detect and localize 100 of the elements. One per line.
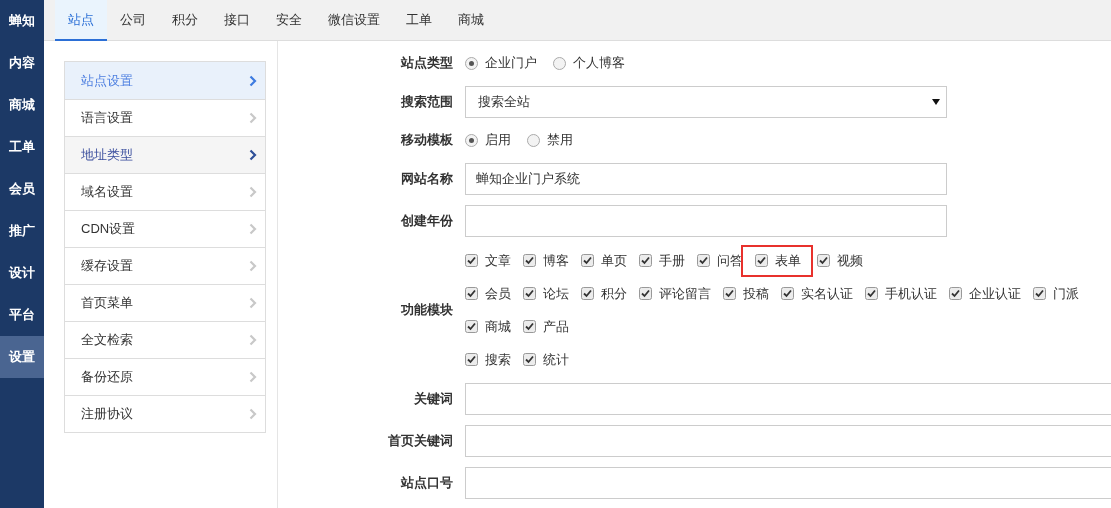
checkbox[interactable]	[639, 254, 652, 267]
checkbox[interactable]	[523, 287, 536, 300]
field-label: 创建年份	[401, 212, 453, 231]
checkbox[interactable]	[465, 320, 478, 333]
tab[interactable]: 商城	[445, 0, 497, 41]
checkbox-label: 统计	[543, 350, 569, 369]
checkbox-label: 手机认证	[885, 284, 937, 303]
checkbox-option[interactable]: 论坛	[523, 280, 569, 307]
checkbox-label: 文章	[485, 251, 511, 270]
checkbox-option[interactable]: 会员	[465, 280, 511, 307]
text-input[interactable]	[465, 425, 1111, 457]
chevron-right-icon	[249, 408, 257, 420]
field-label: 首页关键词	[388, 432, 453, 451]
checkbox[interactable]	[465, 254, 478, 267]
checkbox-option[interactable]: 企业认证	[949, 280, 1021, 307]
tab[interactable]: 工单	[393, 0, 445, 41]
checkbox-label: 商城	[485, 317, 511, 336]
radio-label: 启用	[485, 131, 511, 150]
checkbox-label: 门派	[1053, 284, 1079, 303]
checkbox-label: 博客	[543, 251, 569, 270]
text-input[interactable]	[465, 205, 947, 237]
nav-item[interactable]: 蝉知	[0, 0, 44, 42]
tab[interactable]: 站点	[55, 0, 107, 41]
checkbox-option[interactable]: 评论留言	[639, 280, 711, 307]
checkbox-option[interactable]: 手机认证	[865, 280, 937, 307]
checkbox-option[interactable]: 单页	[581, 247, 627, 274]
field-label: 搜索范围	[401, 93, 453, 112]
text-input[interactable]: 蝉知企业门户系统	[465, 163, 947, 195]
checkbox-option[interactable]: 商城	[465, 313, 511, 340]
field-label: 移动模板	[401, 131, 453, 150]
checkbox-option[interactable]: 文章	[465, 247, 511, 274]
checkbox[interactable]	[581, 287, 594, 300]
checkbox-label: 企业认证	[969, 284, 1021, 303]
checkbox[interactable]	[581, 254, 594, 267]
radio-button[interactable]	[527, 133, 540, 147]
text-input[interactable]	[465, 383, 1111, 415]
field-label: 关键词	[414, 390, 453, 409]
checkbox-option[interactable]: 产品	[523, 313, 569, 340]
checkbox-option[interactable]: 博客	[523, 247, 569, 274]
nav-item[interactable]: 设置	[0, 336, 44, 378]
tab[interactable]: 安全	[263, 0, 315, 41]
nav-item[interactable]: 设计	[0, 252, 44, 294]
nav-item[interactable]: 商城	[0, 84, 44, 126]
checkbox-label: 评论留言	[659, 284, 711, 303]
checkbox[interactable]	[523, 320, 536, 333]
radio-label: 禁用	[547, 131, 573, 150]
checkbox-option[interactable]: 投稿	[723, 280, 769, 307]
select-field[interactable]: 搜索全站	[465, 86, 947, 118]
checkbox-label: 单页	[601, 251, 627, 270]
sidebar-item[interactable]: 地址类型	[65, 136, 265, 173]
nav-item[interactable]: 会员	[0, 168, 44, 210]
checkbox-label: 表单	[775, 251, 801, 270]
checkbox[interactable]	[1033, 287, 1046, 300]
checkbox[interactable]	[723, 287, 736, 300]
checkbox-option[interactable]: 积分	[581, 280, 627, 307]
radio-button[interactable]	[465, 133, 478, 147]
chevron-right-icon	[249, 186, 257, 198]
radio-label: 企业门户	[485, 54, 537, 73]
checkbox-label: 产品	[543, 317, 569, 336]
checkbox[interactable]	[523, 353, 536, 366]
tab[interactable]: 接口	[211, 0, 263, 41]
checkbox-option[interactable]: 实名认证	[781, 280, 853, 307]
checkbox-option[interactable]: 门派	[1033, 280, 1079, 307]
checkbox-label: 视频	[837, 251, 863, 270]
checkbox-option[interactable]: 视频	[817, 247, 863, 274]
text-input[interactable]	[465, 467, 1111, 499]
tab[interactable]: 积分	[159, 0, 211, 41]
tab[interactable]: 微信设置	[315, 0, 393, 41]
checkbox-option[interactable]: 统计	[523, 346, 569, 373]
nav-item[interactable]: 平台	[0, 294, 44, 336]
nav-item[interactable]: 工单	[0, 126, 44, 168]
checkbox[interactable]	[523, 254, 536, 267]
checkbox[interactable]	[781, 287, 794, 300]
checkbox[interactable]	[465, 287, 478, 300]
nav-item[interactable]: 内容	[0, 42, 44, 84]
tab[interactable]: 公司	[107, 0, 159, 41]
chevron-right-icon	[249, 149, 257, 161]
radio-button[interactable]	[553, 56, 566, 70]
field-label: 站点类型	[401, 54, 453, 73]
checkbox[interactable]	[465, 353, 478, 366]
radio-label: 个人博客	[573, 54, 625, 73]
checkbox[interactable]	[865, 287, 878, 300]
checkbox[interactable]	[949, 287, 962, 300]
checkbox-label: 手册	[659, 251, 685, 270]
checkbox[interactable]	[817, 254, 830, 267]
chevron-right-icon	[249, 74, 257, 87]
checkbox[interactable]	[697, 254, 710, 267]
checkbox-option[interactable]: 问答	[697, 247, 743, 274]
checkbox-label: 积分	[601, 284, 627, 303]
sidebar-item[interactable]: 站点设置	[65, 62, 265, 99]
checkbox[interactable]	[639, 287, 652, 300]
checkbox-option[interactable]: 手册	[639, 247, 685, 274]
checkbox-label: 投稿	[743, 284, 769, 303]
nav-item[interactable]: 推广	[0, 210, 44, 252]
checkbox-option[interactable]: 搜索	[465, 346, 511, 373]
checkbox-label: 实名认证	[801, 284, 853, 303]
checkbox[interactable]	[755, 254, 768, 267]
radio-button[interactable]	[465, 56, 478, 70]
field-label: 功能模块	[401, 301, 453, 320]
chevron-right-icon	[249, 260, 257, 272]
